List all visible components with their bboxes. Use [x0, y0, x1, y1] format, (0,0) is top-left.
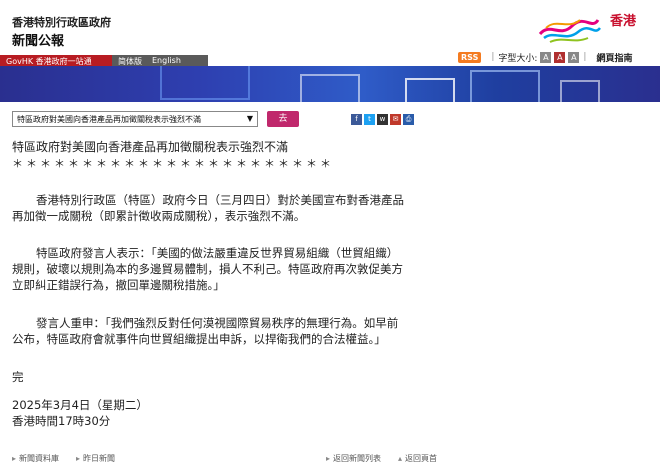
select-value: 特區政府對美國向香港產品再加徵關稅表示強烈不滿: [17, 115, 201, 124]
title-divider: ＊＊＊＊＊＊＊＊＊＊＊＊＊＊＊＊＊＊＊＊＊＊＊: [12, 157, 334, 170]
banner-decoration: [160, 66, 250, 100]
gov-name: 香港特別行政區政府: [12, 16, 111, 29]
triangle-right-icon: ▸: [326, 454, 331, 463]
brand-hong-kong-logo[interactable]: 香港: [536, 8, 636, 46]
end-marker: 完: [12, 370, 24, 384]
paragraph-1: 香港特別行政區（特區）政府今日（三月四日）對於美國宣布對香港產品 再加徵一成關稅…: [12, 192, 452, 224]
page-title: 新聞公報: [12, 34, 65, 49]
link-label: 返回新聞列表: [333, 454, 382, 463]
go-button[interactable]: 去: [267, 111, 299, 127]
chevron-down-icon: ▼: [246, 114, 253, 123]
facebook-icon[interactable]: f: [351, 114, 362, 125]
divider: |: [583, 52, 587, 62]
paragraph-line: 規則，破壞以規則為本的多邊貿易體制，損人不利己。特區政府再次敦促美方: [12, 262, 403, 276]
font-size-large-button[interactable]: A: [568, 51, 580, 63]
banner-decoration: [300, 74, 360, 102]
twitter-icon[interactable]: t: [364, 114, 375, 125]
triangle-up-icon: ▴: [398, 454, 403, 463]
font-size-medium-button[interactable]: A: [554, 51, 566, 63]
link-label: 昨日新聞: [83, 454, 116, 463]
triangle-right-icon: ▸: [12, 454, 17, 463]
sitemap-link[interactable]: 網頁指南: [596, 51, 632, 64]
link-label: 返回頁首: [405, 454, 438, 463]
font-size-small-button[interactable]: A: [540, 51, 552, 63]
release-date: 2025年3月4日（星期二）: [12, 398, 148, 412]
paragraph-line: 立即糾正錯誤行為，撤回單邊關稅措施。」: [12, 278, 225, 292]
decorative-banner: [0, 66, 660, 102]
press-release-body: 特區政府對美國向香港產品再加徵關稅表示強烈不滿 ＊＊＊＊＊＊＊＊＊＊＊＊＊＊＊＊…: [12, 139, 612, 428]
paragraph-line: 發言人重申：「我們強烈反對任何漠視國際貿易秩序的無理行為。如早前: [36, 316, 399, 330]
lang-simplified-link[interactable]: 简体版: [118, 56, 142, 66]
back-to-list-link[interactable]: ▸ 返回新聞列表: [326, 453, 381, 464]
paragraph-2: 特區政府發言人表示：「美國的做法嚴重違反世界貿易組織（世貿組織） 規則，破壞以規…: [12, 245, 452, 293]
release-time: 香港時間17時30分: [12, 414, 111, 428]
share-bar: f t w ✉ ⎙: [351, 114, 414, 125]
back-to-top-link[interactable]: ▴ 返回頁首: [398, 453, 437, 464]
yesterday-news-link[interactable]: ▸ 昨日新聞: [76, 453, 115, 464]
email-icon[interactable]: ✉: [390, 114, 401, 125]
triangle-right-icon: ▸: [76, 454, 81, 463]
article-title: 特區政府對美國向香港產品再加徵關稅表示強烈不滿: [12, 140, 289, 154]
utility-bar: RSS | 字型大小: A A A | 網頁指南: [458, 50, 632, 64]
paragraph-line: 特區政府發言人表示：「美國的做法嚴重違反世界貿易組織（世貿組織）: [36, 246, 399, 260]
divider: |: [491, 52, 495, 62]
paragraph-line: 再加徵一成關稅（即累計徵收兩成關稅），表示強烈不滿。: [12, 209, 306, 223]
logo-text: 香港: [609, 14, 636, 29]
font-size-label: 字型大小:: [498, 53, 538, 64]
print-icon[interactable]: ⎙: [403, 114, 414, 125]
paragraph-3: 發言人重申：「我們強烈反對任何漠視國際貿易秩序的無理行為。如早前 公布，特區政府…: [12, 315, 452, 347]
paragraph-line: 公布，特區政府會就事件向世貿組織提出申訴，以捍衛我們的合法權益。」: [12, 332, 386, 346]
press-release-select[interactable]: 特區政府對美國向香港產品再加徵關稅表示強烈不滿 ▼: [12, 111, 258, 127]
paragraph-line: 香港特別行政區（特區）政府今日（三月四日）對於美國宣布對香港產品: [36, 193, 404, 207]
news-archive-link[interactable]: ▸ 新聞資料庫: [12, 453, 59, 464]
banner-decoration: [405, 78, 455, 102]
weibo-icon[interactable]: w: [377, 114, 388, 125]
footer-nav: ▸ 新聞資料庫 ▸ 昨日新聞 ▸ 返回新聞列表 ▴ 返回頁首: [0, 450, 660, 468]
banner-decoration: [560, 80, 600, 102]
link-label: 新聞資料庫: [19, 454, 60, 463]
banner-decoration: [470, 70, 540, 102]
rss-button[interactable]: RSS: [458, 51, 482, 63]
lang-english-link[interactable]: English: [152, 56, 181, 66]
